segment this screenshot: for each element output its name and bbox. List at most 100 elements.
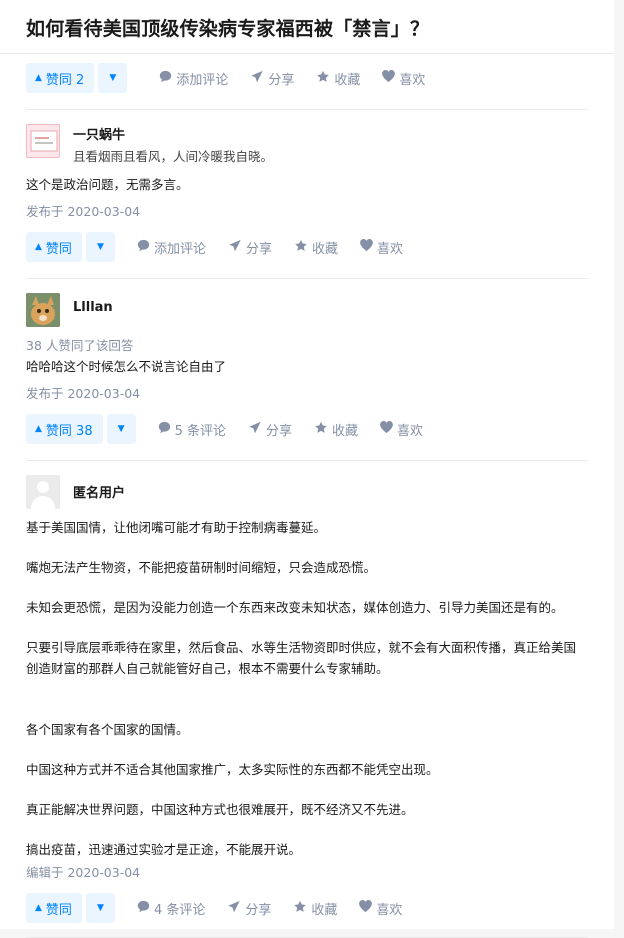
vote-up-button[interactable]: ▲ 赞同 38 [26, 414, 103, 444]
vote-up-label: 赞同 [45, 241, 72, 257]
share-plane-icon [250, 70, 264, 87]
share-button[interactable]: 分享 [227, 899, 271, 918]
answer-paragraph: 搞出疫苗，迅速通过实验才是正途，不能展开说。 [26, 842, 302, 857]
share-label: 分享 [245, 241, 272, 257]
triangle-up-icon: ▲ [35, 73, 42, 83]
vote-up-label: 赞同 2 [45, 72, 85, 88]
vote-down-button[interactable]: ▼ [106, 414, 136, 444]
triangle-down-icon: ▼ [96, 242, 104, 252]
answer-actions: ▲ 赞同 38 ▼ 5 条评论 分享 收藏 喜欢 [26, 414, 588, 444]
vote-down-button[interactable]: ▼ [85, 232, 115, 262]
heart-icon [359, 900, 373, 916]
avatar[interactable] [26, 293, 60, 327]
answer-paragraph: 只要引导底层乖乖待在家里，然后食品、水等生活物资即时供应，就不会有大面积传播，真… [26, 640, 577, 676]
author-name[interactable]: Llllan [73, 300, 113, 315]
comment-button[interactable]: 5 条评论 [158, 420, 226, 439]
author-name[interactable]: 一只蜗牛 [73, 124, 273, 143]
answer-paragraph: 基于美国国情，让他闭嘴可能才有助于控制病毒蔓延。 [26, 520, 327, 535]
author-info: 匿名用户 [26, 475, 588, 509]
answer-paragraph: 中国这种方式并不适合其他国家推广，太多实际性的东西都不能凭空出现。 [26, 762, 439, 777]
answer-item: Llllan 38 人赞同了该回答 哈哈哈这个时候怎么不说言论自由了 发布于 2… [26, 279, 588, 461]
share-plane-icon [248, 421, 262, 438]
like-label: 喜欢 [399, 72, 426, 88]
share-label: 分享 [245, 902, 272, 918]
vote-up-button[interactable]: ▲ 赞同 [26, 893, 82, 923]
answer-actions: ▲ 赞同 ▼ 4 条评论 分享 收藏 喜欢 [26, 893, 588, 923]
answer-paragraph: 未知会更恐慌，是因为没能力创造一个东西来改变未知状态，媒体创造力、引导力美国还是… [26, 600, 564, 615]
share-label: 分享 [268, 72, 295, 88]
answer-paragraph: 真正能解决世界问题，中国这种方式也很难展开，既不经济又不先进。 [26, 802, 414, 817]
triangle-up-icon: ▲ [35, 903, 42, 913]
triangle-down-icon: ▼ [117, 424, 125, 434]
vote-down-button[interactable]: ▼ [85, 893, 115, 923]
answer-paragraph: 各个国家有各个国家的国情。 [26, 722, 189, 737]
share-plane-icon [227, 900, 241, 917]
star-icon [293, 900, 307, 917]
collect-label: 收藏 [332, 423, 359, 439]
triangle-up-icon: ▲ [35, 424, 42, 434]
triangle-down-icon: ▼ [96, 903, 104, 913]
author-info: 一只蜗牛 且看烟雨且看风，人间冷暖我自晓。 [26, 124, 588, 165]
answer-content: 这个是政治问题，无需多言。 [26, 174, 588, 195]
like-label: 喜欢 [397, 423, 424, 439]
upvote-summary: 38 人赞同了该回答 [26, 338, 134, 353]
share-label: 分享 [266, 423, 293, 439]
star-icon [294, 239, 308, 256]
avatar[interactable] [26, 124, 60, 158]
comment-bubble-icon [158, 421, 171, 438]
comment-button[interactable]: 添加评论 [159, 69, 228, 88]
triangle-down-icon: ▼ [109, 73, 117, 83]
vote-down-button[interactable]: ▼ [98, 63, 128, 93]
comment-label: 添加评论 [153, 241, 206, 257]
like-label: 喜欢 [376, 241, 403, 257]
vote-up-button[interactable]: ▲ 赞同 2 [26, 63, 95, 93]
like-button[interactable]: 喜欢 [380, 420, 423, 439]
collect-label: 收藏 [311, 241, 338, 257]
comment-button[interactable]: 添加评论 [137, 238, 206, 257]
comment-bubble-icon [137, 900, 150, 917]
like-button[interactable]: 喜欢 [360, 238, 403, 257]
like-label: 喜欢 [376, 902, 403, 918]
vote-up-button[interactable]: ▲ 赞同 [26, 232, 82, 262]
comment-button[interactable]: 4 条评论 [137, 899, 205, 918]
like-button[interactable]: 喜欢 [359, 899, 402, 918]
vote-up-label: 赞同 [45, 902, 72, 918]
triangle-up-icon: ▲ [35, 242, 42, 252]
question-header: 如何看待美国顶级传染病专家福西被「禁言」？ [0, 0, 614, 54]
heart-icon [360, 239, 373, 255]
collect-label: 收藏 [311, 902, 338, 918]
author-name[interactable]: 匿名用户 [73, 482, 125, 501]
share-button[interactable]: 分享 [250, 69, 294, 88]
answer-item: 匿名用户 基于美国国情，让他闭嘴可能才有助于控制病毒蔓延。 嘴炮无法产生物资，不… [26, 461, 588, 938]
question-title[interactable]: 如何看待美国顶级传染病专家福西被「禁言」？ [26, 14, 614, 41]
comment-label: 4 条评论 [153, 902, 206, 918]
collect-label: 收藏 [334, 72, 361, 88]
avatar[interactable] [26, 475, 60, 509]
answer-actions: ▲ 赞同 2 ▼ 添加评论 分享 收藏 喜欢 [26, 63, 588, 93]
answer-date[interactable]: 发布于 2020-03-04 [26, 201, 588, 220]
answer-paragraph: 这个是政治问题，无需多言。 [26, 177, 189, 192]
collect-button[interactable]: 收藏 [294, 238, 338, 257]
collect-button[interactable]: 收藏 [293, 899, 337, 918]
answer-paragraph: 哈哈哈这个时候怎么不说言论自由了 [26, 359, 227, 374]
comment-bubble-icon [137, 239, 150, 256]
answer-date[interactable]: 编辑于 2020-03-04 [26, 862, 588, 881]
author-headline: 且看烟雨且看风，人间冷暖我自晓。 [73, 149, 274, 164]
collect-button[interactable]: 收藏 [314, 420, 358, 439]
share-button[interactable]: 分享 [228, 238, 272, 257]
collect-button[interactable]: 收藏 [316, 69, 360, 88]
comment-label: 5 条评论 [174, 423, 227, 439]
star-icon [314, 421, 328, 438]
answer-item: 一只蜗牛 且看烟雨且看风，人间冷暖我自晓。 这个是政治问题，无需多言。 发布于 … [26, 110, 588, 279]
share-plane-icon [228, 239, 242, 256]
answer-actions: ▲ 赞同 ▼ 添加评论 分享 收藏 喜欢 [26, 232, 588, 262]
comment-bubble-icon [159, 70, 172, 87]
answer-date[interactable]: 发布于 2020-03-04 [26, 383, 588, 402]
author-info: Llllan [26, 293, 588, 327]
share-button[interactable]: 分享 [248, 420, 292, 439]
answer-content: 哈哈哈这个时候怎么不说言论自由了 [26, 356, 588, 377]
like-button[interactable]: 喜欢 [382, 69, 425, 88]
star-icon [316, 70, 330, 87]
answer-list: ▲ 赞同 2 ▼ 添加评论 分享 收藏 喜欢 一只蜗牛 且看烟雨且看风，人间冷暖… [0, 54, 614, 938]
answer-content: 基于美国国情，让他闭嘴可能才有助于控制病毒蔓延。 嘴炮无法产生物资，不能把疫苗研… [26, 517, 588, 860]
